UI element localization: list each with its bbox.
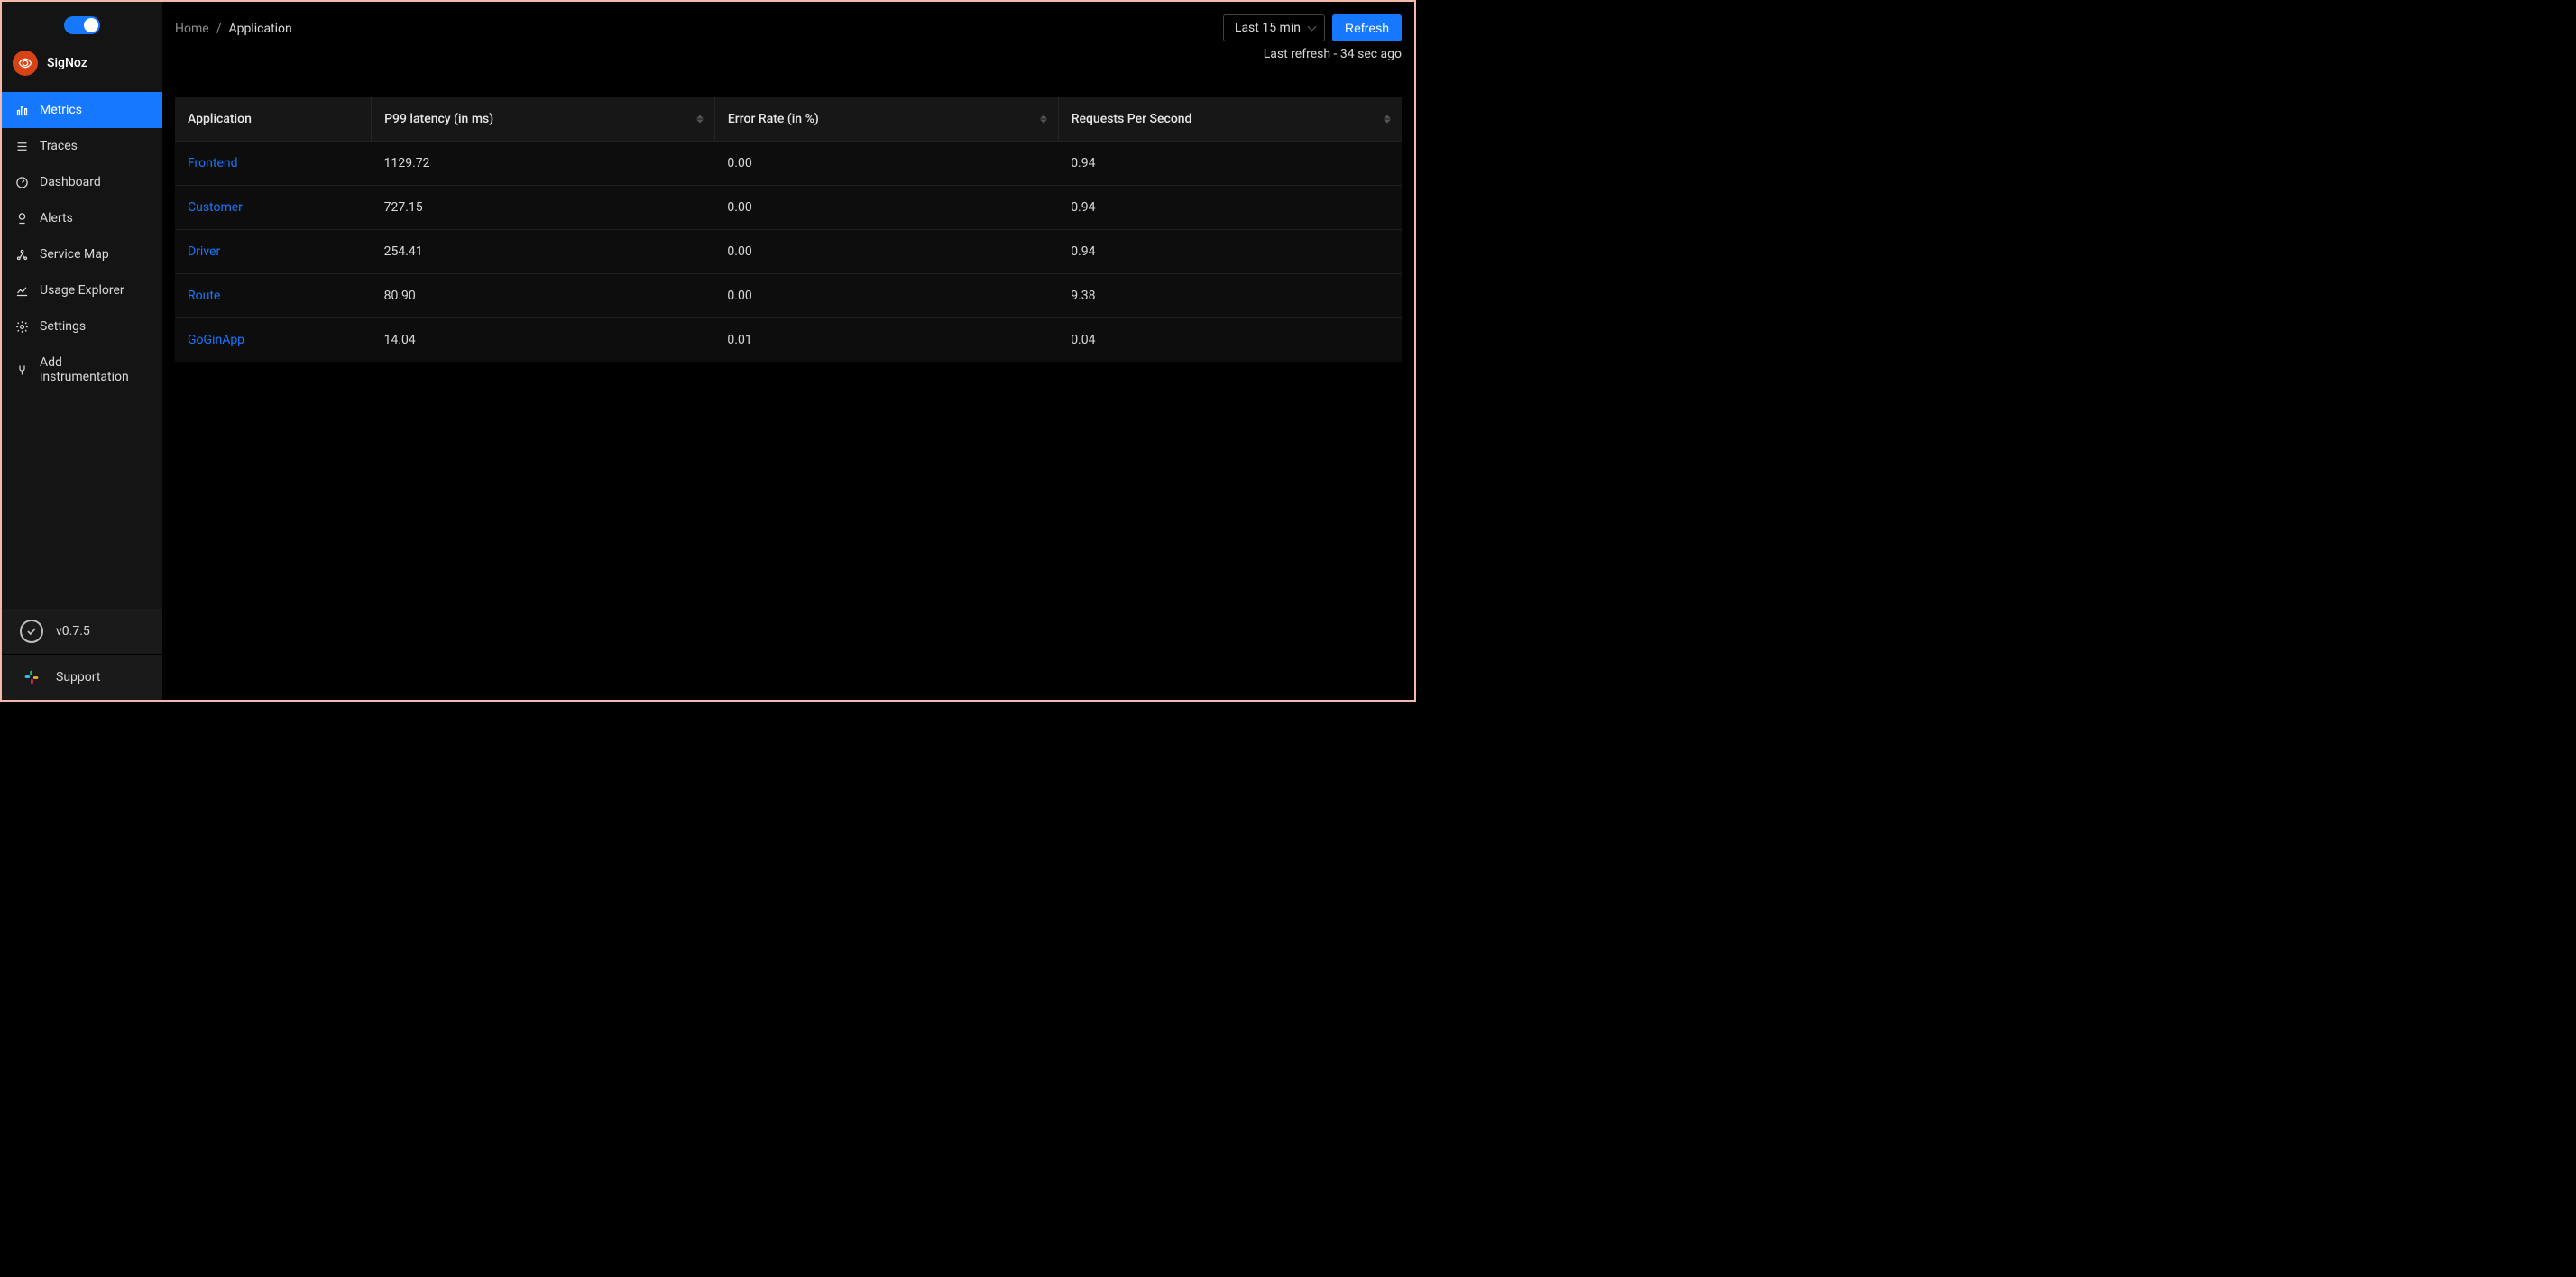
sidebar-item-label: Traces: [40, 139, 78, 153]
cell-p99: 14.04: [372, 318, 715, 363]
time-range-value: Last 15 min: [1235, 21, 1301, 35]
bar-chart-icon: [14, 103, 29, 117]
sidebar-item-label: Service Map: [40, 247, 109, 262]
breadcrumb-home[interactable]: Home: [175, 22, 209, 36]
col-header-error-rate[interactable]: Error Rate (in %): [714, 97, 1058, 142]
sidebar-item-add-instrumentation[interactable]: Add instrumentation: [2, 345, 162, 395]
sidebar-item-settings[interactable]: Settings: [2, 308, 162, 345]
app-link[interactable]: Driver: [188, 244, 220, 259]
brand-name: SigNoz: [47, 56, 87, 70]
col-header-rps[interactable]: Requests Per Second: [1058, 97, 1402, 142]
sidebar-item-label: Settings: [40, 319, 86, 334]
refresh-button[interactable]: Refresh: [1332, 14, 1402, 41]
breadcrumb-current: Application: [228, 22, 291, 36]
sidebar-footer: v0.7.5 Support: [2, 609, 162, 700]
sidebar-item-usage-explorer[interactable]: Usage Explorer: [2, 272, 162, 308]
sidebar-item-service-map[interactable]: Service Map: [2, 236, 162, 272]
list-icon: [14, 139, 29, 153]
topbar: Home / Application Last 15 min Refresh L…: [162, 2, 1414, 61]
support-label: Support: [56, 670, 100, 684]
cell-rps: 0.94: [1058, 186, 1402, 230]
gear-icon: [14, 319, 29, 334]
sort-icon: [1040, 115, 1047, 124]
sidebar-item-traces[interactable]: Traces: [2, 128, 162, 164]
support-item[interactable]: Support: [2, 654, 162, 700]
col-header-label: P99 latency (in ms): [384, 112, 493, 126]
main: Home / Application Last 15 min Refresh L…: [162, 2, 1414, 700]
top-controls: Last 15 min Refresh: [1223, 14, 1402, 41]
applications-table: Application P99 latency (in ms) Error Ra…: [175, 97, 1402, 362]
app-link[interactable]: Route: [188, 289, 220, 303]
cell-p99: 1129.72: [372, 142, 715, 186]
version-label: v0.7.5: [56, 624, 90, 638]
sidebar-item-label: Alerts: [40, 211, 73, 225]
table-row: Route 80.90 0.00 9.38: [175, 274, 1402, 318]
alert-icon: [14, 211, 29, 225]
cell-rps: 9.38: [1058, 274, 1402, 318]
breadcrumb: Home / Application: [175, 14, 292, 36]
time-range-select[interactable]: Last 15 min: [1223, 14, 1325, 41]
sidebar-item-label: Metrics: [40, 103, 82, 117]
service-map-icon: [14, 247, 29, 262]
sidebar-item-dashboard[interactable]: Dashboard: [2, 164, 162, 200]
col-header-label: Error Rate (in %): [728, 112, 819, 126]
col-header-label: Requests Per Second: [1072, 112, 1192, 126]
brand: SigNoz: [2, 41, 162, 92]
sidebar: SigNoz Metrics Traces Dashboard: [2, 2, 162, 700]
sidebar-item-metrics[interactable]: Metrics: [2, 92, 162, 128]
sort-icon: [696, 115, 704, 124]
sort-icon: [1384, 115, 1391, 124]
cell-err: 0.00: [714, 230, 1058, 274]
table-row: Frontend 1129.72 0.00 0.94: [175, 142, 1402, 186]
app-link[interactable]: Frontend: [188, 156, 238, 170]
version-item[interactable]: v0.7.5: [2, 609, 162, 654]
cell-err: 0.01: [714, 318, 1058, 363]
sidebar-item-alerts[interactable]: Alerts: [2, 200, 162, 236]
cell-p99: 254.41: [372, 230, 715, 274]
cell-err: 0.00: [714, 274, 1058, 318]
cell-rps: 0.94: [1058, 142, 1402, 186]
theme-toggle[interactable]: [64, 16, 100, 34]
breadcrumb-separator: /: [216, 22, 222, 36]
sidebar-item-label: Usage Explorer: [40, 283, 124, 298]
cell-err: 0.00: [714, 186, 1058, 230]
col-header-application: Application: [175, 97, 372, 142]
cell-p99: 80.90: [372, 274, 715, 318]
table-row: Customer 727.15 0.00 0.94: [175, 186, 1402, 230]
line-chart-icon: [14, 283, 29, 298]
brand-logo-icon: [13, 51, 38, 76]
table-row: Driver 254.41 0.00 0.94: [175, 230, 1402, 274]
top-right: Last 15 min Refresh Last refresh - 34 se…: [1223, 14, 1402, 61]
plug-icon: [14, 363, 29, 377]
check-circle-icon: [20, 620, 43, 643]
applications-table-wrap: Application P99 latency (in ms) Error Ra…: [162, 61, 1414, 362]
sidebar-item-label: Add instrumentation: [40, 355, 150, 384]
sidebar-item-label: Dashboard: [40, 175, 101, 189]
slack-icon: [20, 666, 43, 689]
toggle-row: [2, 2, 162, 41]
col-header-p99[interactable]: P99 latency (in ms): [372, 97, 715, 142]
dashboard-icon: [14, 175, 29, 189]
app-link[interactable]: GoGinApp: [188, 333, 244, 347]
cell-p99: 727.15: [372, 186, 715, 230]
nav: Metrics Traces Dashboard Alerts: [2, 92, 162, 609]
cell-rps: 0.04: [1058, 318, 1402, 363]
cell-err: 0.00: [714, 142, 1058, 186]
app-link[interactable]: Customer: [188, 200, 243, 215]
cell-rps: 0.94: [1058, 230, 1402, 274]
last-refresh-text: Last refresh - 34 sec ago: [1264, 47, 1402, 61]
table-row: GoGinApp 14.04 0.01 0.04: [175, 318, 1402, 363]
